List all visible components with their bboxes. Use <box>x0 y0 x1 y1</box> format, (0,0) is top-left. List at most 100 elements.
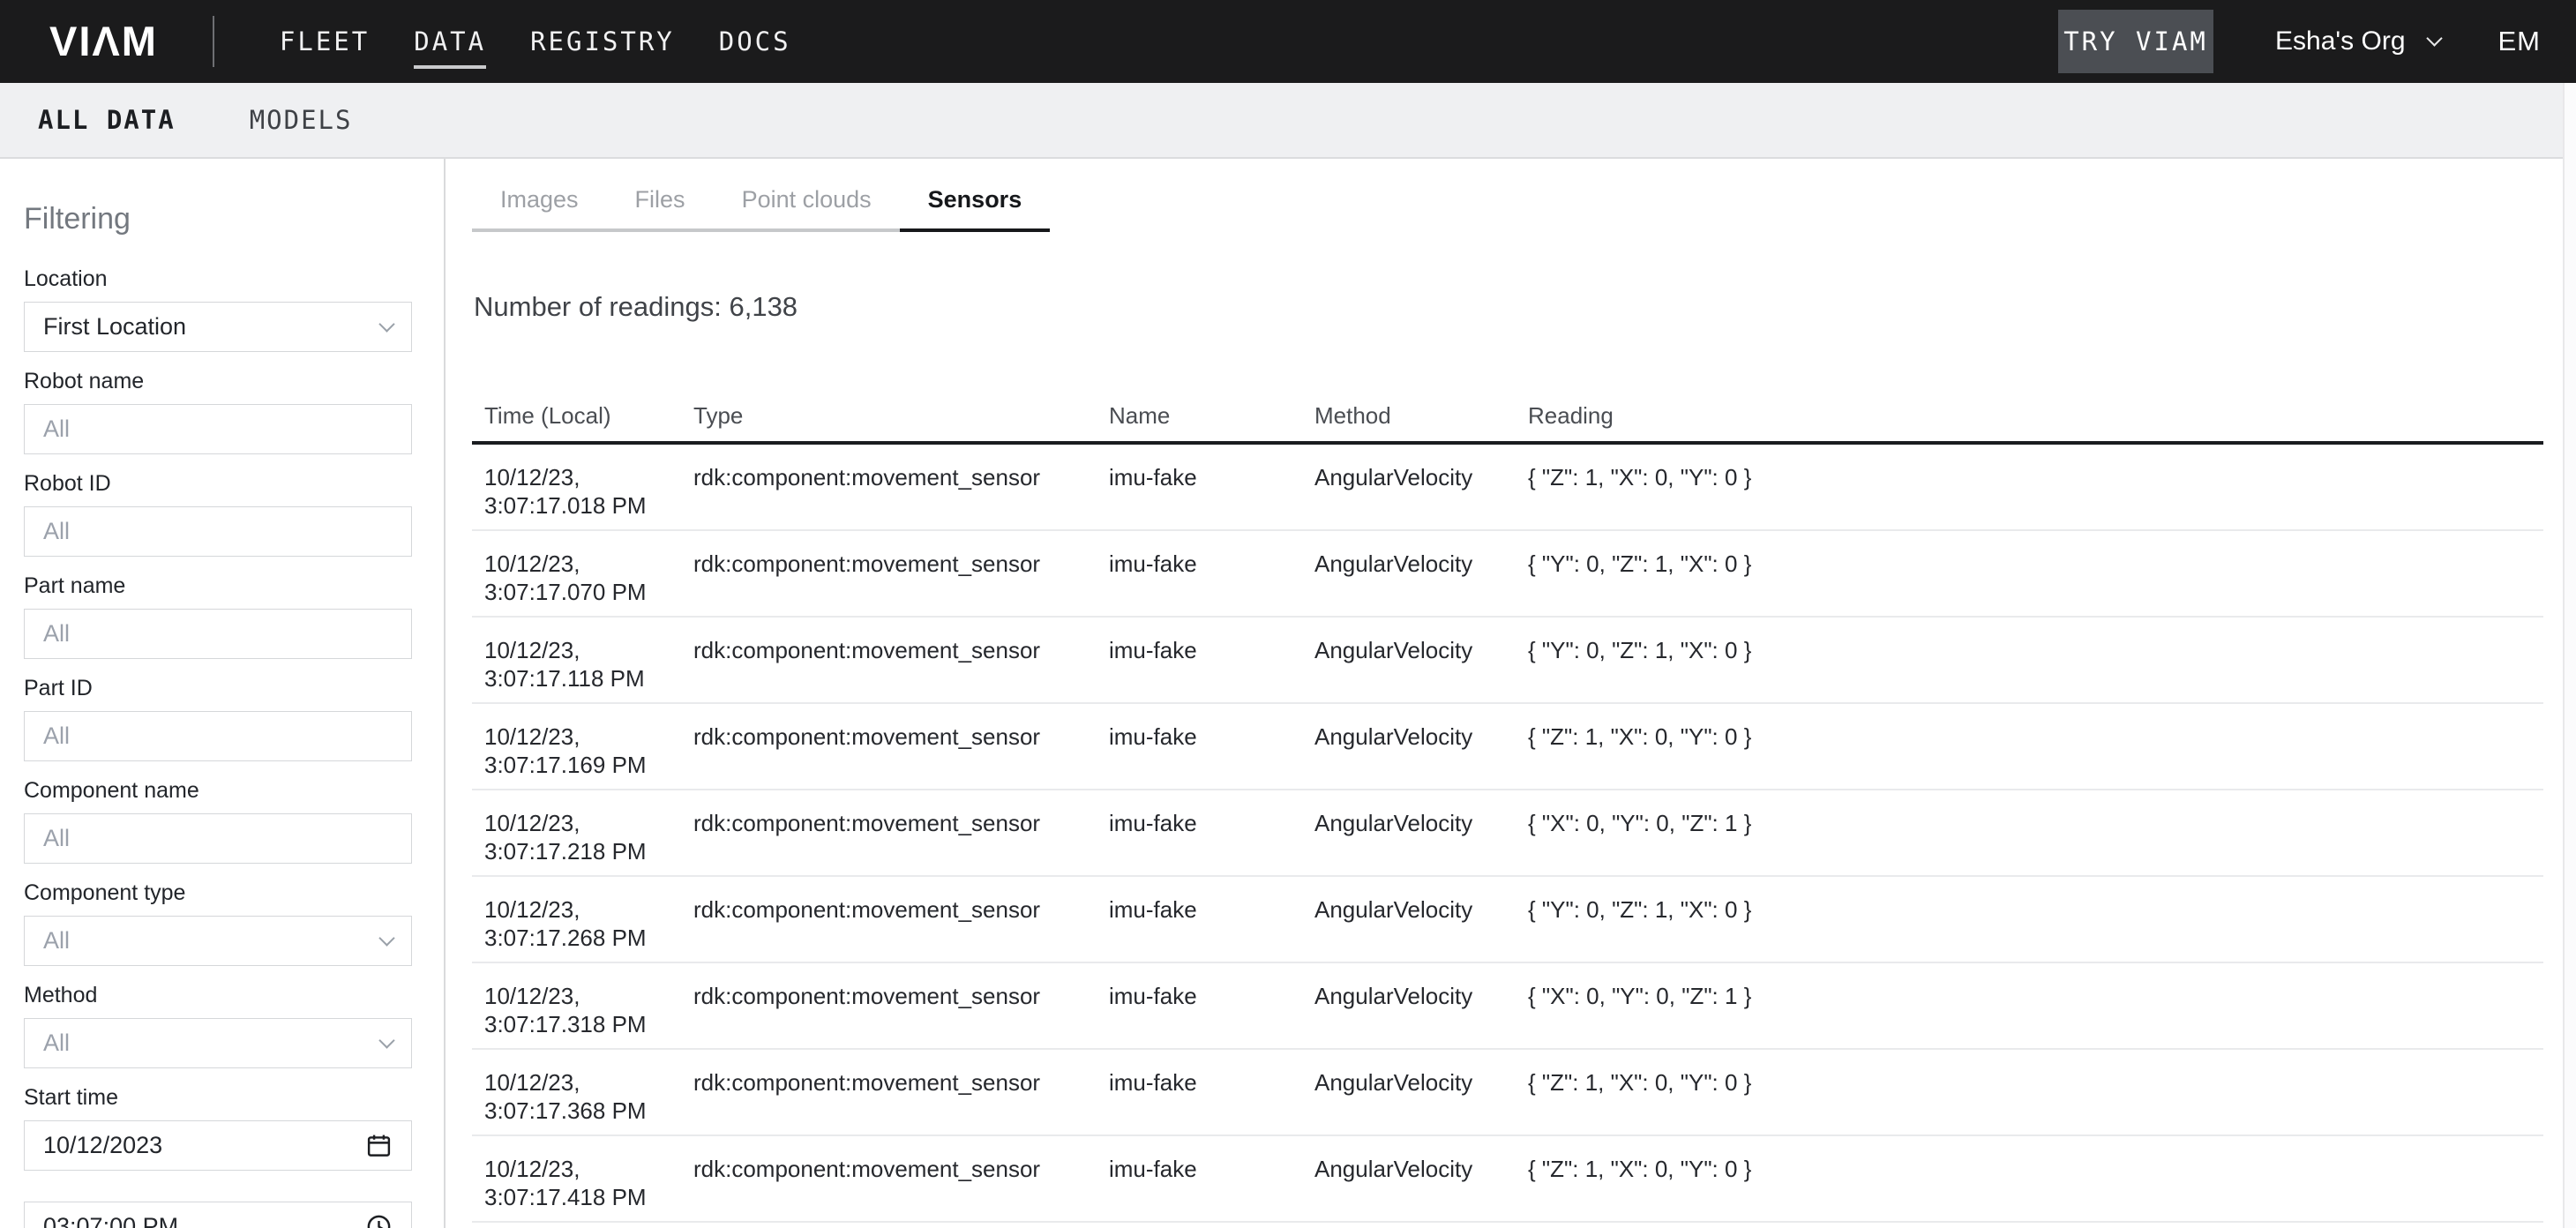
filter-sidebar: Filtering Location First Location Robot … <box>0 159 446 1228</box>
cell-type: rdk:component:movement_sensor <box>693 1155 1109 1221</box>
tab-files[interactable]: Files <box>607 184 714 232</box>
clock-icon <box>365 1213 393 1228</box>
nav-item-docs[interactable]: DOCS <box>719 26 791 56</box>
filter-group-component-type: Component type All <box>24 880 444 966</box>
filter-group-robot-id: Robot ID <box>24 471 444 557</box>
table-body: 10/12/23, 3:07:17.018 PM rdk:component:m… <box>472 445 2543 1223</box>
cell-type: rdk:component:movement_sensor <box>693 1068 1109 1134</box>
cell-time: 10/12/23, 3:07:17.418 PM <box>484 1155 693 1221</box>
tab-point-clouds[interactable]: Point clouds <box>714 184 900 232</box>
start-date-value: 10/12/2023 <box>43 1132 162 1159</box>
tab-images[interactable]: Images <box>472 184 607 232</box>
cell-time: 10/12/23, 3:07:17.318 PM <box>484 982 693 1048</box>
col-method: Method <box>1314 402 1528 429</box>
table-row: 10/12/23, 3:07:17.218 PM rdk:component:m… <box>472 790 2543 877</box>
table-row: 10/12/23, 3:07:17.169 PM rdk:component:m… <box>472 704 2543 790</box>
cell-reading: { "Y": 0, "Z": 1, "X": 0 } <box>1528 895 2543 962</box>
component-type-label: Component type <box>24 880 444 905</box>
cell-method: AngularVelocity <box>1314 463 1528 529</box>
cell-type: rdk:component:movement_sensor <box>693 550 1109 616</box>
nav-item-fleet[interactable]: FLEET <box>280 26 370 56</box>
tab-sensors[interactable]: Sensors <box>900 184 1051 232</box>
cell-type: rdk:component:movement_sensor <box>693 636 1109 702</box>
chevron-down-icon <box>378 1032 394 1048</box>
cell-name: imu-fake <box>1109 809 1314 875</box>
component-type-select[interactable]: All <box>24 916 412 966</box>
filter-group-part-name: Part name <box>24 573 444 659</box>
filtering-heading: Filtering <box>24 201 444 236</box>
robot-name-input[interactable] <box>24 404 412 454</box>
cell-name: imu-fake <box>1109 1068 1314 1134</box>
part-name-input[interactable] <box>24 609 412 659</box>
cell-reading: { "Z": 1, "X": 0, "Y": 0 } <box>1528 723 2543 789</box>
col-reading: Reading <box>1528 402 2543 429</box>
cell-name: imu-fake <box>1109 550 1314 616</box>
nav-item-data[interactable]: DATA <box>414 26 486 56</box>
cell-type: rdk:component:movement_sensor <box>693 463 1109 529</box>
cell-reading: { "Z": 1, "X": 0, "Y": 0 } <box>1528 463 2543 529</box>
cell-method: AngularVelocity <box>1314 1068 1528 1134</box>
cell-reading: { "Z": 1, "X": 0, "Y": 0 } <box>1528 1068 2543 1134</box>
part-name-label: Part name <box>24 573 444 598</box>
cell-name: imu-fake <box>1109 636 1314 702</box>
method-value: All <box>43 1030 70 1057</box>
col-name: Name <box>1109 402 1314 429</box>
part-id-input[interactable] <box>24 711 412 761</box>
cell-reading: { "X": 0, "Y": 0, "Z": 1 } <box>1528 809 2543 875</box>
chevron-down-icon <box>378 316 394 332</box>
calendar-icon <box>365 1132 393 1159</box>
cell-name: imu-fake <box>1109 982 1314 1048</box>
main-content: Images Files Point clouds Sensors Number… <box>447 159 2576 1228</box>
filter-group-part-id: Part ID <box>24 676 444 761</box>
cell-method: AngularVelocity <box>1314 636 1528 702</box>
start-time-label: Start time <box>24 1085 444 1110</box>
method-select[interactable]: All <box>24 1018 412 1068</box>
tab-models[interactable]: MODELS <box>250 105 353 135</box>
robot-name-label: Robot name <box>24 369 444 393</box>
table-row: 10/12/23, 3:07:17.118 PM rdk:component:m… <box>472 618 2543 704</box>
sub-nav: ALL DATA MODELS <box>0 83 2576 159</box>
viam-logo[interactable]: VIΛM <box>49 0 158 83</box>
table-row: 10/12/23, 3:07:17.318 PM rdk:component:m… <box>472 963 2543 1050</box>
location-label: Location <box>24 266 444 291</box>
chevron-down-icon <box>2426 30 2442 46</box>
component-name-input[interactable] <box>24 813 412 864</box>
robot-id-input[interactable] <box>24 506 412 557</box>
page-scrollbar[interactable] <box>2563 83 2576 1228</box>
cell-method: AngularVelocity <box>1314 809 1528 875</box>
primary-nav: FLEET DATA REGISTRY DOCS <box>280 0 791 83</box>
cell-time: 10/12/23, 3:07:17.218 PM <box>484 809 693 875</box>
start-time-input[interactable]: 03:07:00 PM <box>24 1202 412 1228</box>
cell-type: rdk:component:movement_sensor <box>693 723 1109 789</box>
cell-type: rdk:component:movement_sensor <box>693 809 1109 875</box>
cell-reading: { "X": 0, "Y": 0, "Z": 1 } <box>1528 982 2543 1048</box>
filter-group-method: Method All <box>24 983 444 1068</box>
start-date-input[interactable]: 10/12/2023 <box>24 1120 412 1171</box>
user-avatar[interactable]: EM <box>2498 26 2542 57</box>
sensor-readings-table: Time (Local) Type Name Method Reading 10… <box>472 402 2543 1223</box>
location-select[interactable]: First Location <box>24 302 412 352</box>
filter-group-robot-name: Robot name <box>24 369 444 454</box>
table-row: 10/12/23, 3:07:17.368 PM rdk:component:m… <box>472 1050 2543 1136</box>
try-viam-button[interactable]: TRY VIAM <box>2058 10 2213 73</box>
cell-method: AngularVelocity <box>1314 723 1528 789</box>
table-row: 10/12/23, 3:07:17.070 PM rdk:component:m… <box>472 531 2543 618</box>
cell-reading: { "Y": 0, "Z": 1, "X": 0 } <box>1528 636 2543 702</box>
cell-name: imu-fake <box>1109 895 1314 962</box>
nav-right: TRY VIAM Esha's Org EM <box>2058 10 2541 73</box>
component-name-label: Component name <box>24 778 444 803</box>
nav-item-registry[interactable]: REGISTRY <box>530 26 675 56</box>
org-switcher[interactable]: Esha's Org <box>2275 26 2439 56</box>
cell-time: 10/12/23, 3:07:17.368 PM <box>484 1068 693 1134</box>
col-time-local: Time (Local) <box>484 402 693 429</box>
table-row: 10/12/23, 3:07:17.418 PM rdk:component:m… <box>472 1136 2543 1223</box>
nav-divider <box>213 16 214 67</box>
cell-name: imu-fake <box>1109 1155 1314 1221</box>
tab-all-data[interactable]: ALL DATA <box>38 105 176 135</box>
cell-method: AngularVelocity <box>1314 895 1528 962</box>
cell-name: imu-fake <box>1109 723 1314 789</box>
method-label: Method <box>24 983 444 1007</box>
cell-method: AngularVelocity <box>1314 550 1528 616</box>
col-type: Type <box>693 402 1109 429</box>
readings-count: Number of readings: 6,138 <box>474 291 798 323</box>
